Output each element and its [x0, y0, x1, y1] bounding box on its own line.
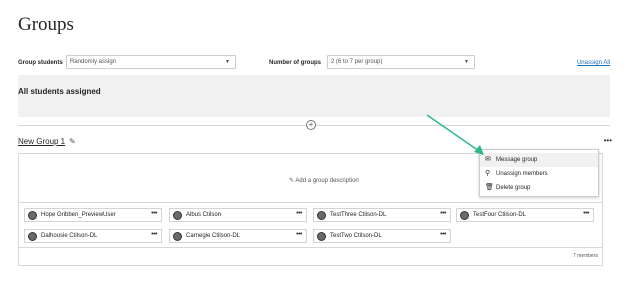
avatar	[28, 211, 37, 220]
member-name: Dalhousie Ctilson-DL	[41, 233, 98, 239]
menu-item-delete-group[interactable]: 🗑 Delete group	[480, 181, 598, 195]
assignment-status-panel: All students assigned	[18, 75, 610, 117]
pencil-icon: ✎	[289, 178, 295, 184]
pencil-icon[interactable]: ✎	[69, 137, 76, 146]
member-name: TestFour Ctilson-DL	[473, 212, 527, 218]
avatar	[28, 232, 37, 241]
member-name: Hope Gribben_PreviewUser	[41, 212, 116, 218]
member-card[interactable]: TestTwo Ctilson-DL •••	[313, 229, 451, 243]
group-students-label: Group students	[18, 60, 63, 66]
member-menu-icon[interactable]: •••	[151, 229, 157, 241]
member-menu-icon[interactable]: •••	[583, 208, 589, 220]
user-remove-icon: ⚲	[485, 170, 491, 177]
number-groups-value: 2 (6 to 7 per group)	[331, 59, 383, 65]
member-menu-icon[interactable]: •••	[151, 208, 157, 220]
member-menu-icon[interactable]: •••	[440, 208, 446, 220]
group-footer: 7 members	[18, 248, 603, 266]
add-description-link[interactable]: ✎ Add a group description	[289, 177, 359, 184]
group-students-select[interactable]: Randomly assign ▼	[66, 55, 236, 69]
chevron-down-icon: ▼	[464, 59, 469, 65]
avatar	[460, 211, 469, 220]
member-menu-icon[interactable]: •••	[296, 208, 302, 220]
member-name: Albus Ctilson	[186, 212, 222, 218]
member-name: TestTwo Ctilson-DL	[330, 233, 382, 239]
number-groups-label: Number of groups	[269, 60, 321, 66]
trash-icon: 🗑	[485, 184, 494, 191]
number-groups-select[interactable]: 2 (6 to 7 per group) ▼	[327, 55, 475, 69]
page-title: Groups	[18, 14, 74, 35]
member-menu-icon[interactable]: •••	[296, 229, 302, 241]
chevron-down-icon: ▼	[225, 59, 230, 65]
avatar	[173, 211, 182, 220]
group-options-menu: ✉ Message group ⚲ Unassign members 🗑 Del…	[479, 149, 599, 197]
member-name: Carnegie Ctilson-DL	[186, 233, 241, 239]
member-name: TestThree Ctilson-DL	[330, 212, 387, 218]
member-menu-icon[interactable]: •••	[440, 229, 446, 241]
member-card[interactable]: Dalhousie Ctilson-DL •••	[24, 229, 162, 243]
add-group-icon[interactable]: +	[306, 120, 316, 130]
member-card[interactable]: Hope Gribben_PreviewUser •••	[24, 208, 162, 222]
group-students-value: Randomly assign	[70, 59, 117, 65]
member-count: 7 members	[572, 253, 598, 259]
avatar	[173, 232, 182, 241]
member-card[interactable]: TestThree Ctilson-DL •••	[313, 208, 451, 222]
assignment-status-text: All students assigned	[18, 87, 101, 96]
member-card[interactable]: TestFour Ctilson-DL •••	[456, 208, 594, 222]
annotation-arrow	[426, 114, 484, 155]
avatar	[317, 211, 326, 220]
member-list: Hope Gribben_PreviewUser ••• Albus Ctils…	[18, 203, 603, 248]
member-card[interactable]: Carnegie Ctilson-DL •••	[169, 229, 307, 243]
menu-item-unassign-members[interactable]: ⚲ Unassign members	[480, 167, 598, 181]
menu-item-message-group[interactable]: ✉ Message group	[480, 153, 598, 167]
member-card[interactable]: Albus Ctilson •••	[169, 208, 307, 222]
unassign-all-link[interactable]: Unassign All	[577, 60, 610, 66]
avatar	[317, 232, 326, 241]
group-menu-button[interactable]: •••	[604, 136, 612, 145]
group-title[interactable]: New Group 1	[18, 137, 65, 146]
group-controls: Group students Randomly assign ▼ Number …	[18, 55, 610, 73]
